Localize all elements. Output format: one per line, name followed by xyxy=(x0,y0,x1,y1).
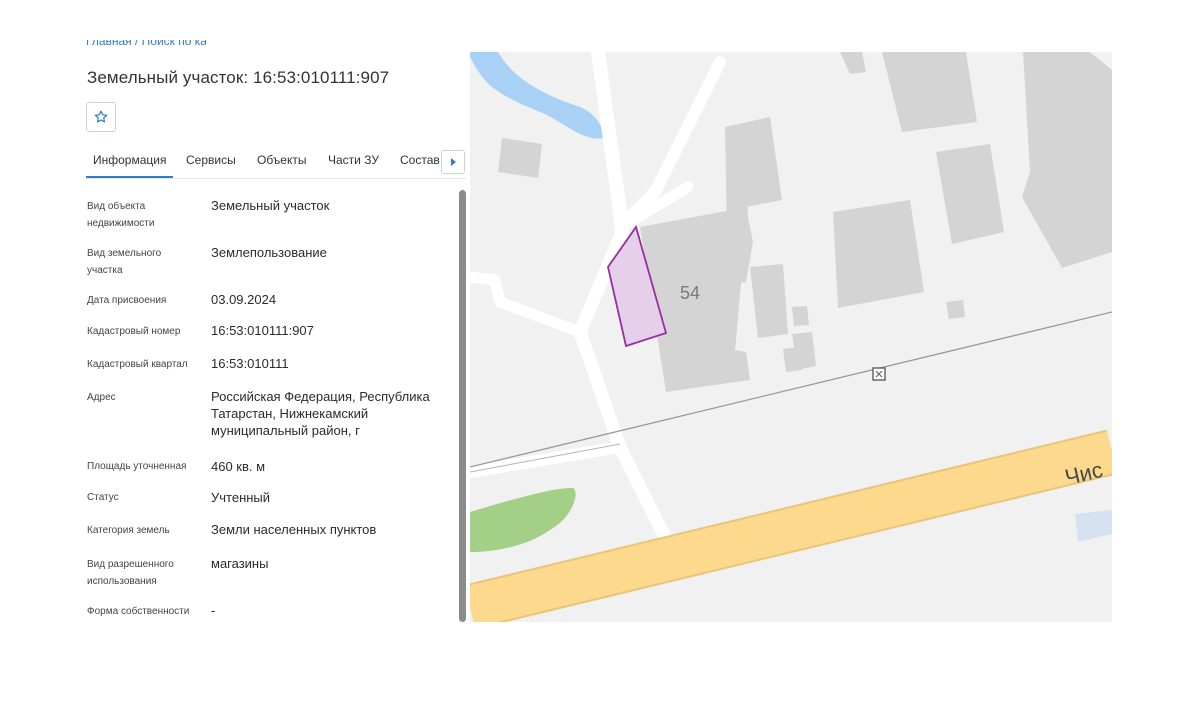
property-label: Площадь уточненная xyxy=(87,461,187,472)
property-label: Кадастровый номер xyxy=(87,326,181,337)
property-label: Статус xyxy=(87,492,119,503)
info-panel: Главная / Поиск по кадастру / Данные Зем… xyxy=(0,0,470,724)
property-label: Вид разрешенного использования xyxy=(87,559,174,587)
property-value: 16:53:010111 xyxy=(211,356,289,371)
building xyxy=(946,300,965,319)
property-label: Форма собственности xyxy=(87,606,190,617)
tab-services[interactable]: Сервисы xyxy=(186,146,236,176)
tab-composition[interactable]: Состав xyxy=(400,146,440,176)
tab-information[interactable]: Информация xyxy=(86,146,174,178)
building xyxy=(792,306,809,326)
building xyxy=(783,347,802,372)
map-view[interactable]: 54 Чис xyxy=(470,52,1112,622)
building-number-label: 54 xyxy=(680,283,700,303)
panel-scrollbar[interactable] xyxy=(459,190,466,622)
building xyxy=(833,200,924,308)
property-value: Земельный участок xyxy=(211,198,330,213)
property-label: Адрес xyxy=(87,392,116,403)
property-value: 16:53:010111:907 xyxy=(211,323,314,338)
property-value: - xyxy=(211,603,216,618)
property-label: Дата присвоения xyxy=(87,295,167,306)
breadcrumb-text[interactable]: Главная / Поиск по кадастру / Данные xyxy=(86,40,206,48)
property-label: Категория земель xyxy=(87,525,170,536)
property-value: Российская Федерация, Республика Татарст… xyxy=(211,389,430,438)
property-value: 03.09.2024 xyxy=(211,292,277,307)
tab-bar: Информация Сервисы Объекты Части ЗУ Сост… xyxy=(86,146,466,179)
property-value: 460 кв. м xyxy=(211,459,266,474)
property-value: Учтенный xyxy=(211,490,271,505)
map-canvas[interactable]: 54 Чис xyxy=(470,52,1112,622)
building xyxy=(498,138,542,178)
property-value: магазины xyxy=(211,556,269,571)
property-value: Землепользование xyxy=(211,245,327,260)
breadcrumb[interactable]: Главная / Поиск по кадастру / Данные xyxy=(86,40,206,52)
tabs-scroll-right-button[interactable] xyxy=(441,150,465,174)
star-icon xyxy=(94,110,108,123)
property-label: Вид земельного участка xyxy=(87,248,162,276)
favorite-button[interactable] xyxy=(86,102,116,132)
property-label: Вид объекта недвижимости xyxy=(87,201,155,229)
page-title: Земельный участок: 16:53:010111:907 xyxy=(87,68,390,87)
tab-land-parts[interactable]: Части ЗУ xyxy=(328,146,379,176)
property-value: Земли населенных пунктов xyxy=(211,522,377,537)
chevron-right-icon xyxy=(450,158,456,166)
point-marker[interactable] xyxy=(872,367,886,381)
property-label: Кадастровый квартал xyxy=(87,359,188,370)
tab-objects[interactable]: Объекты xyxy=(257,146,307,176)
